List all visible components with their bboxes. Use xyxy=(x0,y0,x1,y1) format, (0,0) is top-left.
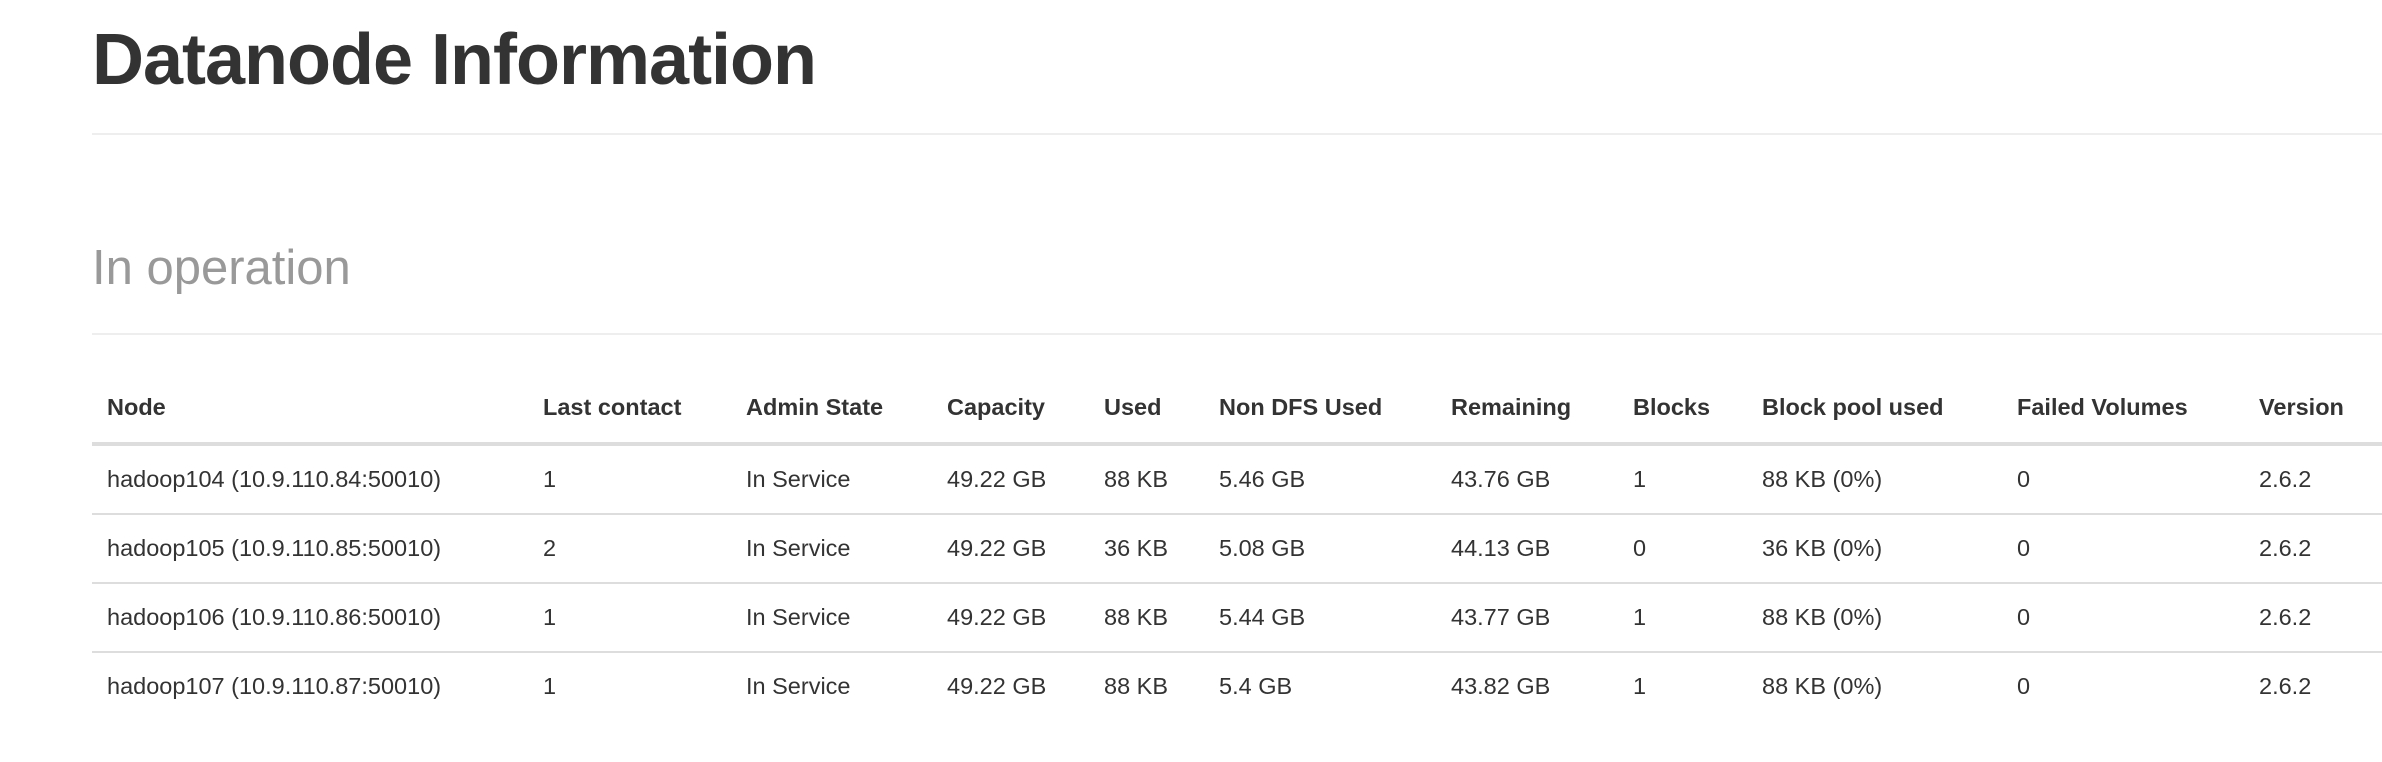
table-row: hadoop104 (10.9.110.84:50010) 1 In Servi… xyxy=(92,444,2382,514)
column-header-failed-volumes[interactable]: Failed Volumes xyxy=(2002,372,2244,446)
table-row: hadoop106 (10.9.110.86:50010) 1 In Servi… xyxy=(92,582,2382,652)
cell-non-dfs-used: 5.44 GB xyxy=(1204,582,1436,652)
cell-last-contact: 1 xyxy=(528,582,731,652)
column-header-admin-state[interactable]: Admin State xyxy=(731,372,932,446)
cell-non-dfs-used: 5.08 GB xyxy=(1204,513,1436,583)
cell-admin-state: In Service xyxy=(731,651,932,720)
cell-failed-volumes: 0 xyxy=(2002,513,2244,583)
cell-block-pool-used: 88 KB (0%) xyxy=(1747,651,2002,720)
cell-version: 2.6.2 xyxy=(2259,466,2312,492)
cell-remaining: 44.13 GB xyxy=(1436,513,1618,583)
datanode-table: Node Last contact Admin State Capacity U… xyxy=(92,372,2382,720)
column-header-used[interactable]: Used xyxy=(1089,372,1204,446)
cell-failed-volumes: 0 xyxy=(2002,582,2244,652)
column-header-non-dfs-used[interactable]: Non DFS Used xyxy=(1204,372,1436,446)
cell-used: 36 KB xyxy=(1089,513,1204,583)
cell-remaining: 43.77 GB xyxy=(1436,582,1618,652)
cell-last-contact: 1 xyxy=(543,466,557,492)
cell-non-dfs-used: 5.46 GB xyxy=(1219,466,1306,492)
cell-last-contact: 1 xyxy=(528,651,731,720)
cell-version: 2.6.2 xyxy=(2244,513,2382,583)
cell-remaining: 43.82 GB xyxy=(1436,651,1618,720)
cell-admin-state: In Service xyxy=(746,466,851,492)
cell-blocks: 1 xyxy=(1618,651,1747,720)
page-title: Datanode Information xyxy=(92,20,817,100)
cell-blocks: 0 xyxy=(1618,513,1747,583)
cell-failed-volumes: 0 xyxy=(2017,466,2031,492)
cell-block-pool-used: 88 KB (0%) xyxy=(1747,582,2002,652)
section-divider xyxy=(92,333,2382,335)
cell-node: hadoop107 (10.9.110.87:50010) xyxy=(92,651,528,720)
cell-remaining: 43.76 GB xyxy=(1451,466,1551,492)
cell-version: 2.6.2 xyxy=(2244,582,2382,652)
cell-used: 88 KB xyxy=(1104,466,1169,492)
column-header-block-pool-used[interactable]: Block pool used xyxy=(1747,372,2002,446)
cell-failed-volumes: 0 xyxy=(2002,651,2244,720)
column-header-node[interactable]: Node xyxy=(92,372,528,446)
cell-node: hadoop105 (10.9.110.85:50010) xyxy=(92,513,528,583)
cell-capacity: 49.22 GB xyxy=(932,651,1089,720)
cell-version: 2.6.2 xyxy=(2244,651,2382,720)
column-header-last-contact[interactable]: Last contact xyxy=(528,372,731,446)
cell-last-contact: 2 xyxy=(528,513,731,583)
cell-used: 88 KB xyxy=(1089,651,1204,720)
cell-capacity: 49.22 GB xyxy=(947,466,1047,492)
cell-blocks: 1 xyxy=(1618,582,1747,652)
title-divider xyxy=(92,133,2382,135)
table-row: hadoop105 (10.9.110.85:50010) 2 In Servi… xyxy=(92,513,2382,583)
cell-admin-state: In Service xyxy=(731,582,932,652)
table-header-row: Node Last contact Admin State Capacity U… xyxy=(92,372,2382,446)
cell-admin-state: In Service xyxy=(731,513,932,583)
cell-capacity: 49.22 GB xyxy=(932,582,1089,652)
cell-block-pool-used: 88 KB (0%) xyxy=(1762,466,1883,492)
cell-used: 88 KB xyxy=(1089,582,1204,652)
section-title-in-operation: In operation xyxy=(92,241,351,295)
cell-non-dfs-used: 5.4 GB xyxy=(1204,651,1436,720)
cell-capacity: 49.22 GB xyxy=(932,513,1089,583)
cell-node: hadoop106 (10.9.110.86:50010) xyxy=(92,582,528,652)
column-header-version[interactable]: Version xyxy=(2244,372,2382,446)
table-row: hadoop107 (10.9.110.87:50010) 1 In Servi… xyxy=(92,651,2382,720)
cell-blocks: 1 xyxy=(1633,466,1647,492)
column-header-remaining[interactable]: Remaining xyxy=(1436,372,1618,446)
cell-block-pool-used: 36 KB (0%) xyxy=(1747,513,2002,583)
column-header-blocks[interactable]: Blocks xyxy=(1618,372,1747,446)
column-header-capacity[interactable]: Capacity xyxy=(932,372,1089,446)
cell-node: hadoop104 (10.9.110.84:50010) xyxy=(107,466,442,492)
